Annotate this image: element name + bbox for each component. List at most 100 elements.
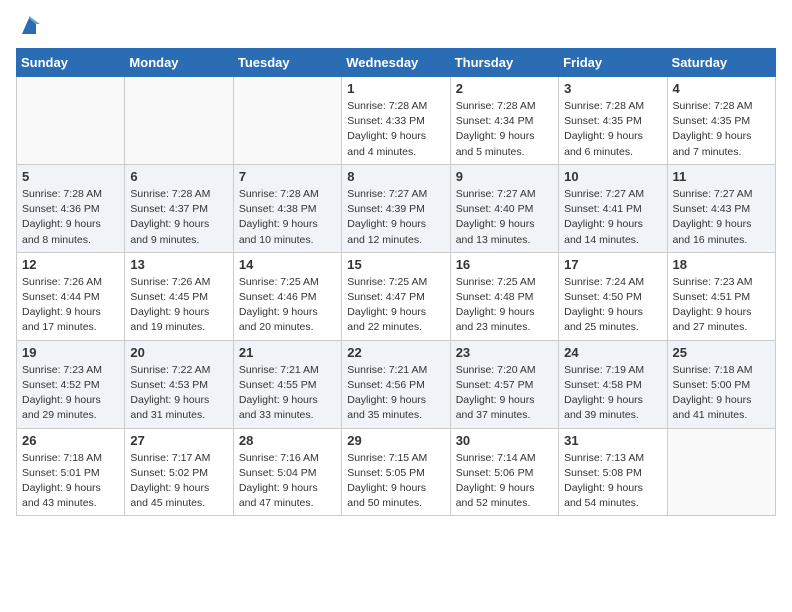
day-number: 13 (130, 257, 227, 272)
day-cell-14: 14Sunrise: 7:25 AMSunset: 4:46 PMDayligh… (233, 252, 341, 340)
day-number: 11 (673, 169, 770, 184)
day-number: 26 (22, 433, 119, 448)
empty-cell (125, 77, 233, 165)
day-cell-8: 8 Sunrise: 7:27 AMSunset: 4:39 PMDaylight… (342, 164, 450, 252)
day-number: 5 (22, 169, 119, 184)
week-row-3: 12 Sunrise: 7:26 AMSunset: 4:44 PMDayligh… (17, 252, 776, 340)
weekday-header-friday: Friday (559, 49, 667, 77)
day-info: Sunrise: 7:27 AMSunset: 4:43 PMDaylight:… (673, 187, 770, 248)
day-number: 7 (239, 169, 336, 184)
day-info: Sunrise: 7:28 AMSunset: 4:35 PMDaylight:… (564, 99, 661, 160)
day-number: 20 (130, 345, 227, 360)
week-row-4: 19 Sunrise: 7:23 AMSunset: 4:52 PMDayligh… (17, 340, 776, 428)
day-number: 17 (564, 257, 661, 272)
logo (16, 16, 40, 38)
day-info: Sunrise: 7:28 AMSunset: 4:33 PMDaylight:… (347, 99, 444, 160)
day-info: Sunrise: 7:28 AMSunset: 4:36 PMDaylight:… (22, 187, 119, 248)
day-info: Sunrise: 7:13 AMSunset: 5:08 PMDaylight:… (564, 451, 661, 512)
day-number: 16 (456, 257, 553, 272)
day-info: Sunrise: 7:16 AMSunset: 5:04 PMDaylight:… (239, 451, 336, 512)
day-cell-6: 6 Sunrise: 7:28 AMSunset: 4:37 PMDaylight… (125, 164, 233, 252)
day-info: Sunrise: 7:28 AMSunset: 4:34 PMDaylight:… (456, 99, 553, 160)
weekday-header-tuesday: Tuesday (233, 49, 341, 77)
weekday-header-monday: Monday (125, 49, 233, 77)
day-cell-2: 2 Sunrise: 7:28 AMSunset: 4:34 PMDaylight… (450, 77, 558, 165)
day-cell-23: 23 Sunrise: 7:20 AMSunset: 4:57 PMDayligh… (450, 340, 558, 428)
day-info: Sunrise: 7:27 AMSunset: 4:41 PMDaylight:… (564, 187, 661, 248)
day-cell-28: 28Sunrise: 7:16 AMSunset: 5:04 PMDayligh… (233, 428, 341, 516)
week-row-2: 5 Sunrise: 7:28 AMSunset: 4:36 PMDaylight… (17, 164, 776, 252)
day-cell-27: 27 Sunrise: 7:17 AMSunset: 5:02 PMDayligh… (125, 428, 233, 516)
day-number: 24 (564, 345, 661, 360)
day-cell-16: 16 Sunrise: 7:25 AMSunset: 4:48 PMDayligh… (450, 252, 558, 340)
day-info: Sunrise: 7:18 AMSunset: 5:00 PMDaylight:… (673, 363, 770, 424)
week-row-1: 1 Sunrise: 7:28 AMSunset: 4:33 PMDaylight… (17, 77, 776, 165)
week-row-5: 26 Sunrise: 7:18 AMSunset: 5:01 PMDayligh… (17, 428, 776, 516)
day-cell-26: 26 Sunrise: 7:18 AMSunset: 5:01 PMDayligh… (17, 428, 125, 516)
day-info: Sunrise: 7:20 AMSunset: 4:57 PMDaylight:… (456, 363, 553, 424)
day-number: 22 (347, 345, 444, 360)
day-cell-21: 21Sunrise: 7:21 AMSunset: 4:55 PMDayligh… (233, 340, 341, 428)
day-number: 1 (347, 81, 444, 96)
day-info: Sunrise: 7:18 AMSunset: 5:01 PMDaylight:… (22, 451, 119, 512)
day-info: Sunrise: 7:25 AMSunset: 4:47 PMDaylight:… (347, 275, 444, 336)
day-number: 25 (673, 345, 770, 360)
day-number: 2 (456, 81, 553, 96)
day-cell-12: 12 Sunrise: 7:26 AMSunset: 4:44 PMDayligh… (17, 252, 125, 340)
day-cell-15: 15Sunrise: 7:25 AMSunset: 4:47 PMDayligh… (342, 252, 450, 340)
day-cell-25: 25 Sunrise: 7:18 AMSunset: 5:00 PMDayligh… (667, 340, 775, 428)
day-number: 9 (456, 169, 553, 184)
day-info: Sunrise: 7:23 AMSunset: 4:52 PMDaylight:… (22, 363, 119, 424)
weekday-header-sunday: Sunday (17, 49, 125, 77)
weekday-header-thursday: Thursday (450, 49, 558, 77)
day-cell-13: 13 Sunrise: 7:26 AMSunset: 4:45 PMDayligh… (125, 252, 233, 340)
calendar: SundayMondayTuesdayWednesdayThursdayFrid… (16, 48, 776, 516)
day-cell-22: 22 Sunrise: 7:21 AMSunset: 4:56 PMDayligh… (342, 340, 450, 428)
day-info: Sunrise: 7:19 AMSunset: 4:58 PMDaylight:… (564, 363, 661, 424)
day-info: Sunrise: 7:17 AMSunset: 5:02 PMDaylight:… (130, 451, 227, 512)
day-number: 19 (22, 345, 119, 360)
weekday-header-wednesday: Wednesday (342, 49, 450, 77)
day-cell-29: 29 Sunrise: 7:15 AMSunset: 5:05 PMDayligh… (342, 428, 450, 516)
day-info: Sunrise: 7:25 AMSunset: 4:48 PMDaylight:… (456, 275, 553, 336)
day-cell-30: 30Sunrise: 7:14 AMSunset: 5:06 PMDayligh… (450, 428, 558, 516)
day-number: 8 (347, 169, 444, 184)
day-info: Sunrise: 7:26 AMSunset: 4:45 PMDaylight:… (130, 275, 227, 336)
day-number: 6 (130, 169, 227, 184)
day-number: 12 (22, 257, 119, 272)
day-info: Sunrise: 7:14 AMSunset: 5:06 PMDaylight:… (456, 451, 553, 512)
day-info: Sunrise: 7:28 AMSunset: 4:37 PMDaylight:… (130, 187, 227, 248)
day-info: Sunrise: 7:24 AMSunset: 4:50 PMDaylight:… (564, 275, 661, 336)
day-number: 29 (347, 433, 444, 448)
header (16, 16, 776, 38)
day-info: Sunrise: 7:28 AMSunset: 4:35 PMDaylight:… (673, 99, 770, 160)
day-number: 31 (564, 433, 661, 448)
day-cell-4: 4 Sunrise: 7:28 AMSunset: 4:35 PMDaylight… (667, 77, 775, 165)
day-number: 14 (239, 257, 336, 272)
day-info: Sunrise: 7:26 AMSunset: 4:44 PMDaylight:… (22, 275, 119, 336)
day-cell-11: 11 Sunrise: 7:27 AMSunset: 4:43 PMDayligh… (667, 164, 775, 252)
logo-icon (18, 16, 40, 38)
day-cell-7: 7 Sunrise: 7:28 AMSunset: 4:38 PMDaylight… (233, 164, 341, 252)
day-number: 4 (673, 81, 770, 96)
day-cell-19: 19 Sunrise: 7:23 AMSunset: 4:52 PMDayligh… (17, 340, 125, 428)
weekday-header-row: SundayMondayTuesdayWednesdayThursdayFrid… (17, 49, 776, 77)
day-info: Sunrise: 7:28 AMSunset: 4:38 PMDaylight:… (239, 187, 336, 248)
day-info: Sunrise: 7:15 AMSunset: 5:05 PMDaylight:… (347, 451, 444, 512)
day-info: Sunrise: 7:27 AMSunset: 4:39 PMDaylight:… (347, 187, 444, 248)
day-number: 10 (564, 169, 661, 184)
empty-cell (17, 77, 125, 165)
day-number: 23 (456, 345, 553, 360)
day-cell-31: 31 Sunrise: 7:13 AMSunset: 5:08 PMDayligh… (559, 428, 667, 516)
day-info: Sunrise: 7:23 AMSunset: 4:51 PMDaylight:… (673, 275, 770, 336)
day-number: 27 (130, 433, 227, 448)
empty-cell (233, 77, 341, 165)
day-cell-10: 10 Sunrise: 7:27 AMSunset: 4:41 PMDayligh… (559, 164, 667, 252)
day-number: 21 (239, 345, 336, 360)
day-cell-5: 5 Sunrise: 7:28 AMSunset: 4:36 PMDaylight… (17, 164, 125, 252)
day-info: Sunrise: 7:27 AMSunset: 4:40 PMDaylight:… (456, 187, 553, 248)
day-cell-24: 24 Sunrise: 7:19 AMSunset: 4:58 PMDayligh… (559, 340, 667, 428)
day-number: 18 (673, 257, 770, 272)
day-info: Sunrise: 7:21 AMSunset: 4:56 PMDaylight:… (347, 363, 444, 424)
day-number: 3 (564, 81, 661, 96)
